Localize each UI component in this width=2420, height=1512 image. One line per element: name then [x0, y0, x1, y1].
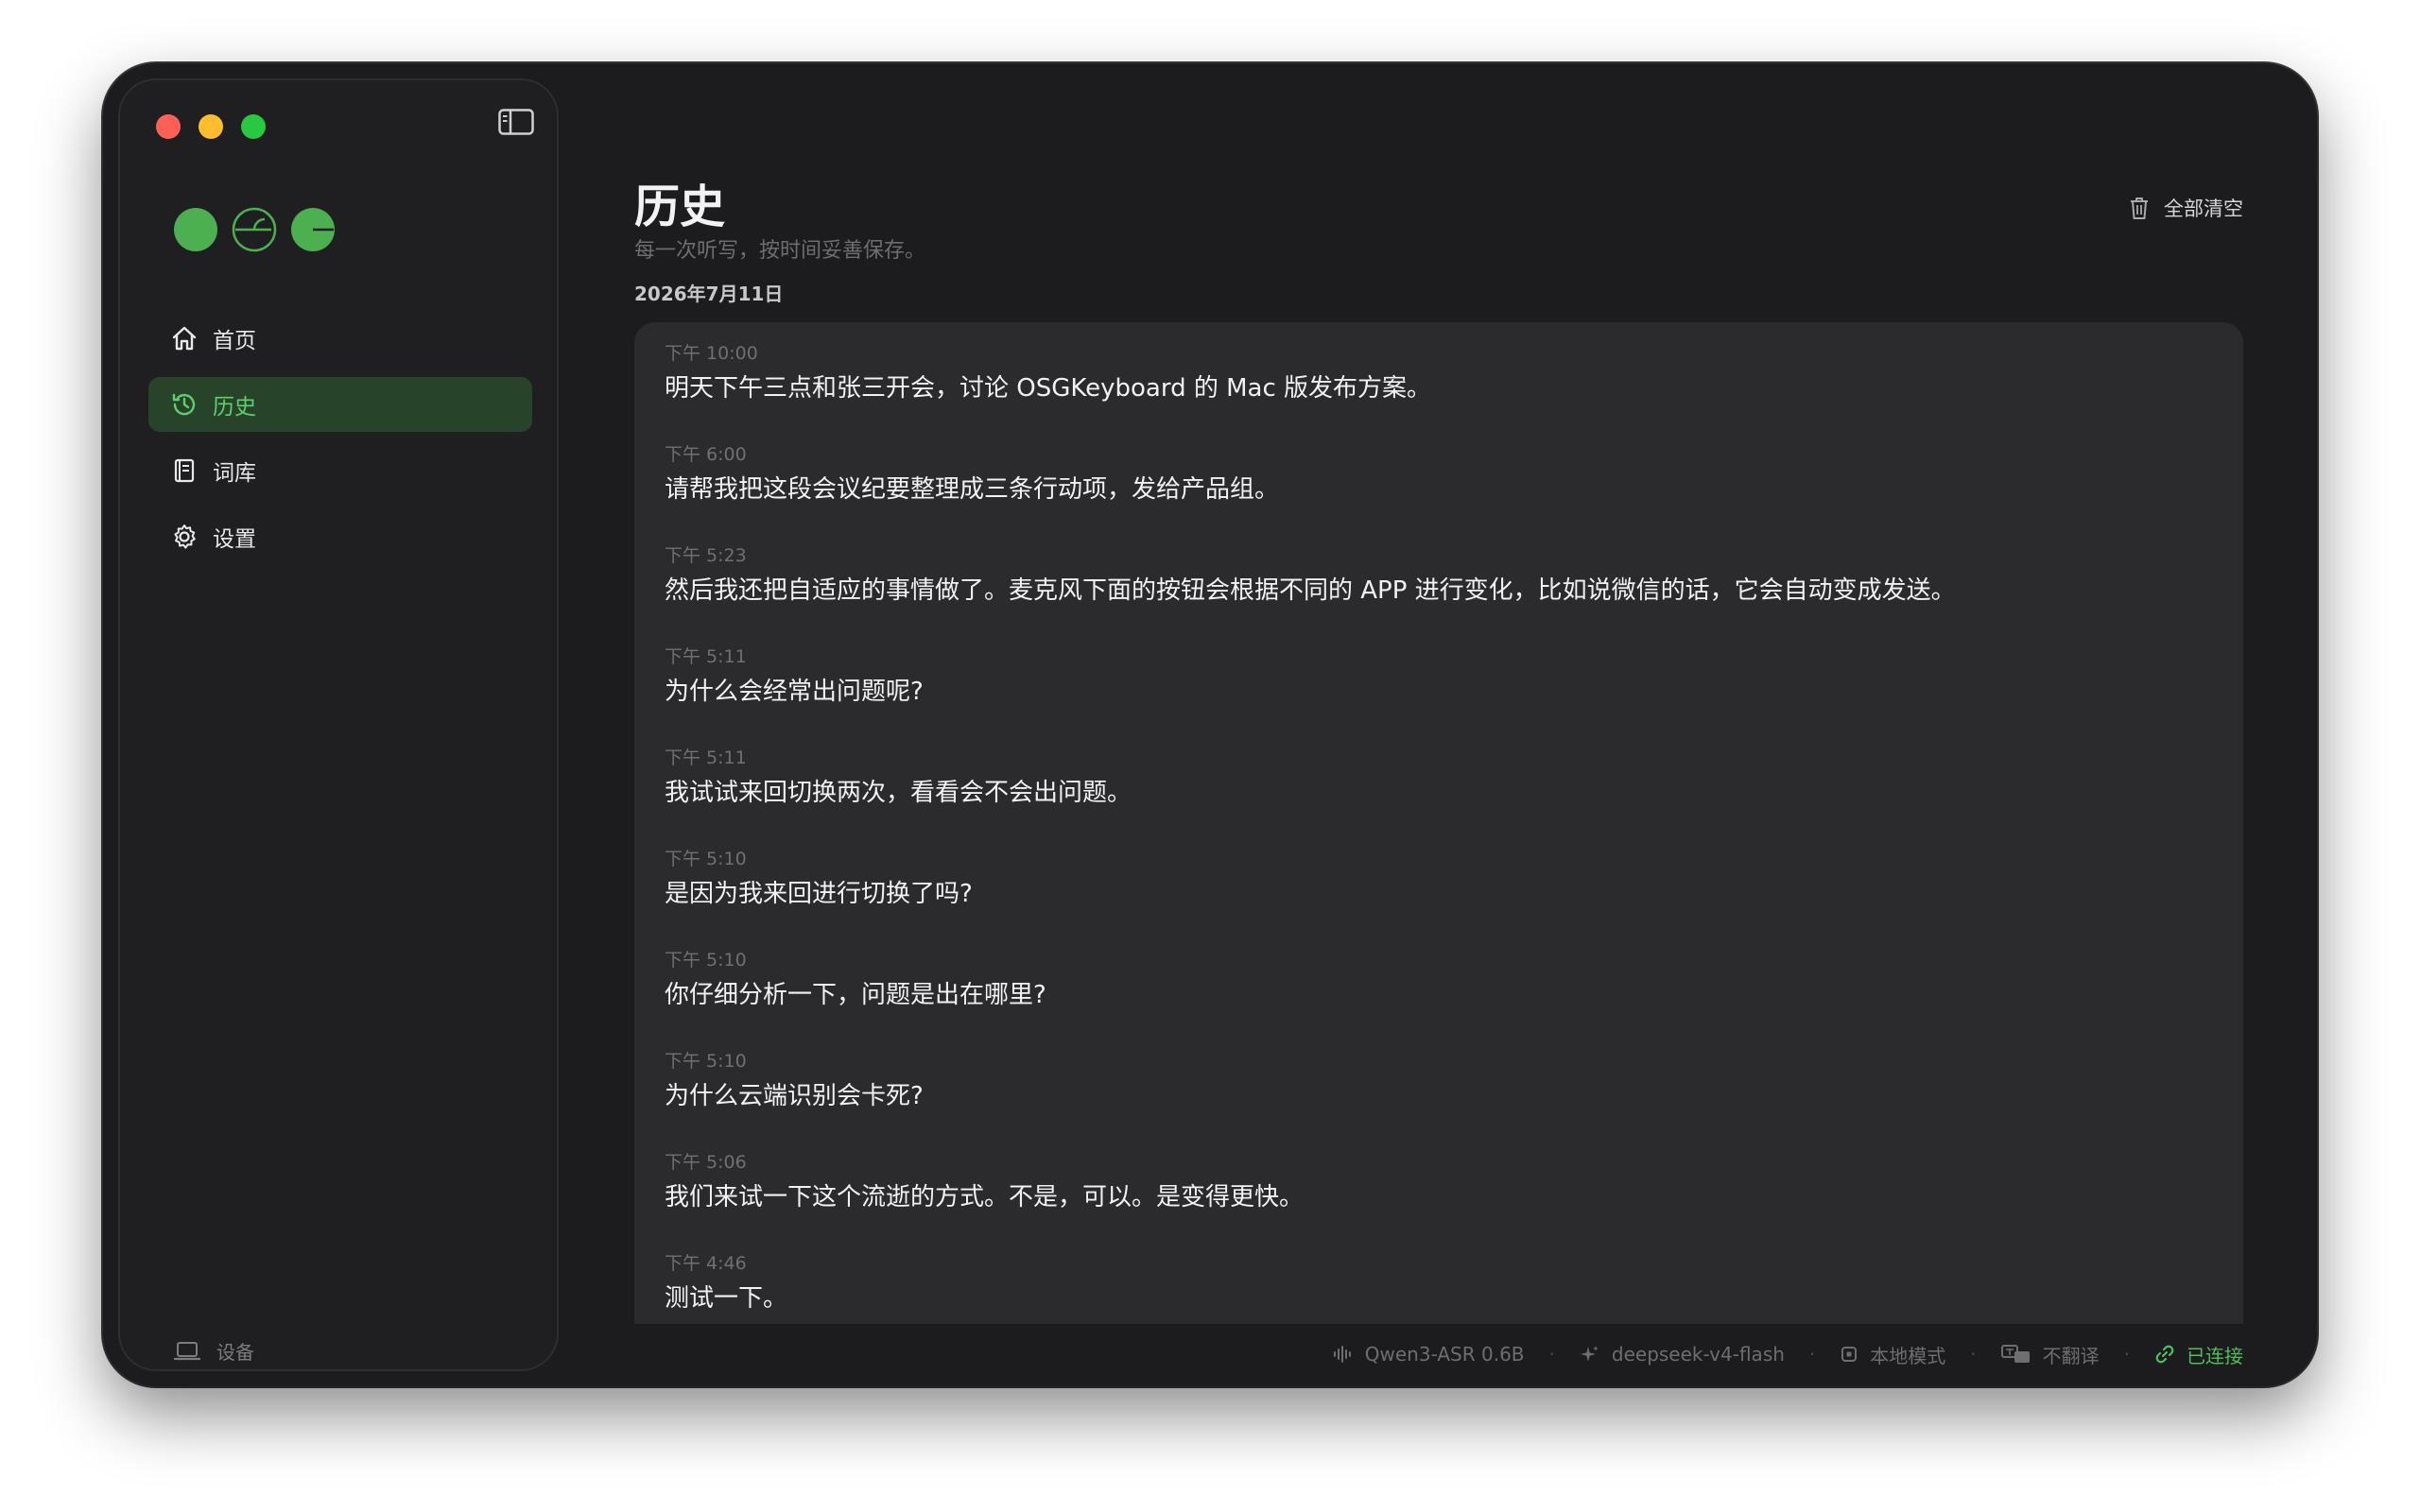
history-entry[interactable]: 下午 5:23 然后我还把自适应的事情做了。麦克风下面的按钮会根据不同的 APP…	[665, 543, 2213, 608]
history-entry[interactable]: 下午 5:11 为什么会经常出问题呢?	[665, 644, 2213, 709]
entry-text: 你仔细分析一下，问题是出在哪里?	[665, 981, 1046, 1009]
status-separator: ·	[1548, 1343, 1555, 1366]
clear-all-button[interactable]: 全部清空	[2128, 194, 2243, 222]
sidebar-item-label: 首页	[213, 329, 256, 353]
status-bar: Qwen3-ASR 0.6B · deepseek-v4-flash · 本地模…	[1333, 1337, 2243, 1371]
sidebar-item-label: 设置	[213, 527, 256, 552]
connection-label: 已连接	[2187, 1344, 2243, 1367]
mode-label: 本地模式	[1870, 1344, 1946, 1367]
status-translate[interactable]: 不翻译	[2000, 1341, 2100, 1368]
entry-time: 下午 5:11	[665, 747, 747, 768]
page-title: 历史	[634, 180, 726, 233]
history-list[interactable]: 下午 10:00 明天下午三点和张三开会，讨论 OSGKeyboard 的 Ma…	[634, 322, 2243, 1324]
book-icon	[169, 455, 199, 486]
entry-text: 明天下午三点和张三开会，讨论 OSGKeyboard 的 Mac 版发布方案。	[665, 374, 1432, 403]
sidebar-item-label: 历史	[213, 395, 256, 420]
history-entry[interactable]: 下午 5:06 我们来试一下这个流逝的方式。不是，可以。是变得更快。	[665, 1150, 2213, 1214]
entry-text: 然后我还把自适应的事情做了。麦克风下面的按钮会根据不同的 APP 进行变化，比如…	[665, 576, 1956, 605]
entry-text: 我试试来回切换两次，看看会不会出问题。	[665, 779, 1132, 807]
sidebar-item-home[interactable]: 首页	[148, 311, 532, 366]
history-entry[interactable]: 下午 5:10 为什么云端识别会卡死?	[665, 1049, 2213, 1113]
chip-icon	[1840, 1345, 1858, 1364]
translate-icon	[2000, 1344, 2031, 1365]
asr-model-label: Qwen3-ASR 0.6B	[1364, 1343, 1525, 1366]
entry-time: 下午 5:11	[665, 646, 747, 667]
trash-icon	[2128, 196, 2151, 220]
clear-all-label: 全部清空	[2164, 198, 2243, 220]
status-separator: ·	[2123, 1343, 2130, 1366]
sidebar-item-lexicon[interactable]: 词库	[148, 443, 532, 498]
laptop-icon	[173, 1341, 201, 1362]
entry-text: 为什么云端识别会卡死?	[665, 1082, 924, 1110]
home-icon	[169, 323, 199, 353]
close-window-button[interactable]	[156, 114, 181, 139]
gear-icon	[169, 522, 199, 552]
date-group-label: 2026年7月11日	[634, 283, 784, 305]
history-icon	[169, 389, 199, 420]
history-entry[interactable]: 下午 5:10 是因为我来回进行切换了吗?	[665, 847, 2213, 911]
waveform-icon	[1333, 1345, 1354, 1364]
entry-text: 请帮我把这段会议纪要整理成三条行动项，发给产品组。	[665, 475, 1280, 504]
entry-time: 下午 4:46	[665, 1253, 747, 1274]
translate-label: 不翻译	[2042, 1344, 2100, 1367]
page-subtitle: 每一次听写，按时间妥善保存。	[634, 239, 926, 263]
status-separator: ·	[1970, 1343, 1977, 1366]
sidebar-item-label: 词库	[213, 461, 256, 486]
entry-text: 测试一下。	[665, 1284, 788, 1313]
minimize-window-button[interactable]	[199, 114, 223, 139]
zoom-window-button[interactable]	[241, 114, 266, 139]
llm-model-label: deepseek-v4-flash	[1611, 1343, 1785, 1366]
history-entry[interactable]: 下午 5:10 你仔细分析一下，问题是出在哪里?	[665, 948, 2213, 1012]
device-label: 设备	[216, 1341, 254, 1364]
app-window: 首页 历史 词库 设置 设备 历史 每一次听写，按时间妥善保存。 全部清空 20…	[103, 63, 2317, 1386]
sidebar-toggle-icon[interactable]	[498, 109, 534, 135]
sidebar: 首页 历史 词库 设置 设备	[118, 78, 559, 1371]
device-indicator[interactable]: 设备	[173, 1337, 254, 1365]
status-mode[interactable]: 本地模式	[1840, 1341, 1945, 1368]
entry-text: 是因为我来回进行切换了吗?	[665, 880, 973, 908]
entry-text: 为什么会经常出问题呢?	[665, 678, 924, 706]
entry-time: 下午 5:10	[665, 950, 747, 971]
sidebar-item-history[interactable]: 历史	[148, 377, 532, 432]
app-logo	[173, 207, 343, 252]
entry-time: 下午 6:00	[665, 444, 747, 465]
entry-time: 下午 5:06	[665, 1152, 747, 1173]
entry-time: 下午 5:10	[665, 1051, 747, 1072]
history-entry[interactable]: 下午 10:00 明天下午三点和张三开会，讨论 OSGKeyboard 的 Ma…	[665, 341, 2213, 405]
entry-time: 下午 5:10	[665, 849, 747, 869]
history-entry[interactable]: 下午 5:11 我试试来回切换两次，看看会不会出问题。	[665, 746, 2213, 810]
history-entry[interactable]: 下午 6:00 请帮我把这段会议纪要整理成三条行动项，发给产品组。	[665, 442, 2213, 507]
link-icon	[2154, 1344, 2175, 1365]
entry-time: 下午 10:00	[665, 343, 758, 364]
sparkle-icon	[1580, 1344, 1600, 1365]
entry-time: 下午 5:23	[665, 545, 747, 566]
status-separator: ·	[1808, 1343, 1816, 1366]
status-asr-model[interactable]: Qwen3-ASR 0.6B	[1333, 1343, 1525, 1366]
main-content: 历史 每一次听写，按时间妥善保存。 全部清空 2026年7月11日 下午 10:…	[634, 63, 2317, 1386]
status-llm-model[interactable]: deepseek-v4-flash	[1580, 1343, 1785, 1366]
history-entry[interactable]: 下午 4:46 测试一下。	[665, 1251, 2213, 1315]
sidebar-item-settings[interactable]: 设置	[148, 509, 532, 564]
status-connection[interactable]: 已连接	[2154, 1341, 2243, 1368]
entry-text: 我们来试一下这个流逝的方式。不是，可以。是变得更快。	[665, 1183, 1305, 1211]
